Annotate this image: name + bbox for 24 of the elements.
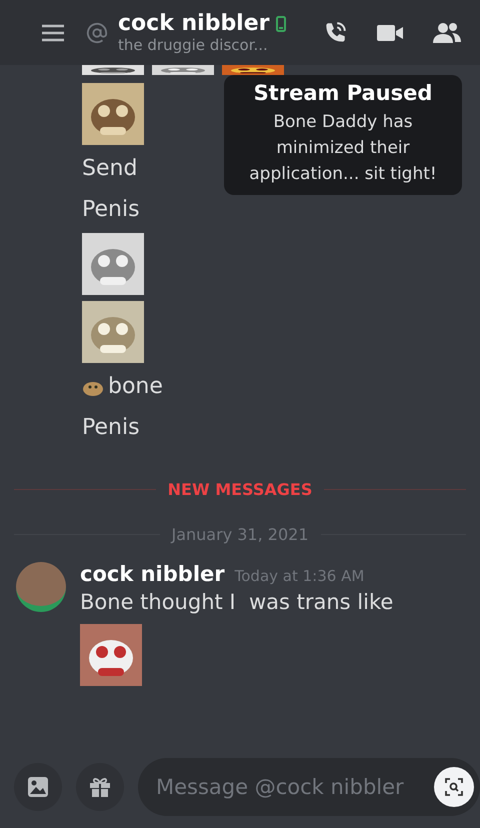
members-icon[interactable] [432,20,462,44]
menu-icon[interactable] [40,22,66,42]
channel-subtitle: the druggie discor... [118,36,269,54]
image-icon [26,775,50,799]
channel-title: cock nibbler [118,11,270,36]
message-text: Bone thought I was trans like [80,590,394,614]
message-text: Penis [82,414,140,442]
message-text: bone [108,373,163,401]
avatar[interactable] [16,562,66,612]
mobile-status-icon [276,16,286,32]
overlay-text: Bone Daddy has minimized their application... sit tight! [248,111,438,186]
overlay-title: Stream Paused [254,81,432,105]
message-text: Penis [82,196,140,224]
at-sign-icon [86,22,108,44]
gift-button[interactable] [76,763,124,811]
date-label: January 31, 2021 [172,525,308,544]
image-upload-button[interactable] [14,763,62,811]
new-messages-label: NEW MESSAGES [168,480,312,499]
message-text: Send [82,155,138,183]
author-name[interactable]: cock nibbler [80,562,225,586]
message-input[interactable]: Message @cock nibbler [138,758,480,816]
scan-icon [444,777,464,797]
timestamp: Today at 1:36 AM [234,567,364,585]
gift-icon [88,775,112,799]
